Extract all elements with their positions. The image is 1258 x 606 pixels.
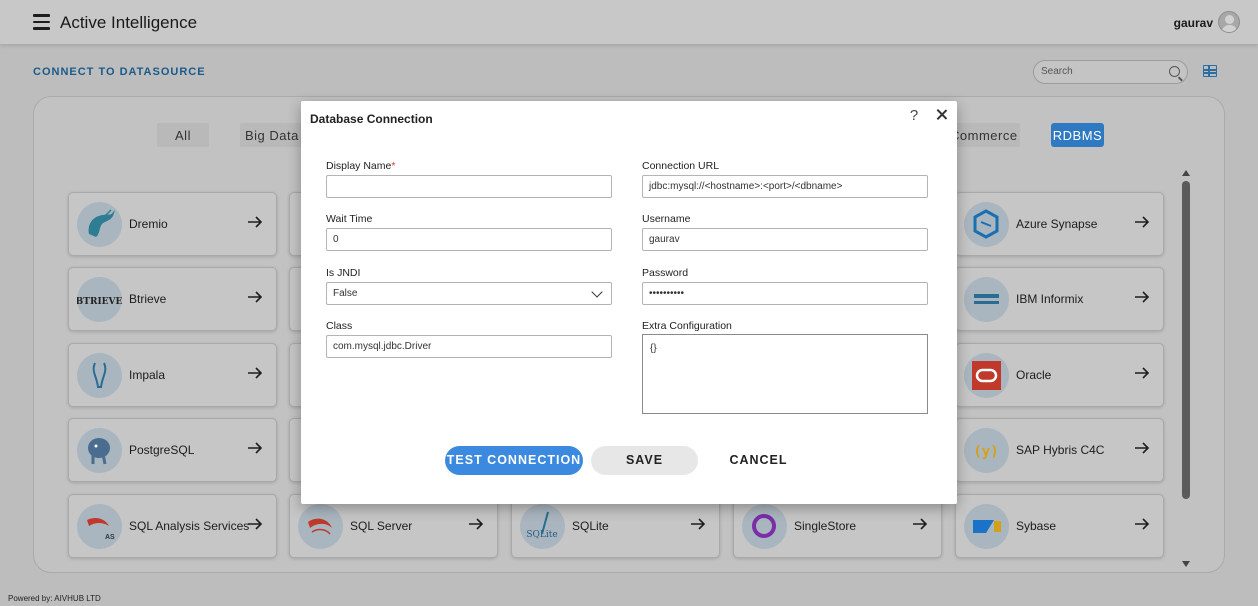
is-jndi-label: Is JNDI (326, 267, 361, 279)
datasource-name: SQL Server (350, 519, 413, 533)
display-name-field[interactable] (326, 175, 612, 198)
dialog-title: Database Connection (310, 112, 433, 126)
impala-logo-icon (77, 353, 122, 398)
username-field[interactable]: gaurav (642, 228, 928, 251)
datasource-card-oracle[interactable]: Oracle (955, 343, 1164, 407)
datasource-name: SQLite (572, 519, 609, 533)
app-title: Active Intelligence (60, 13, 198, 32)
sql-server-icon (298, 504, 343, 549)
user-name[interactable]: gaurav (1174, 16, 1213, 30)
is-jndi-select[interactable]: False (326, 282, 612, 305)
connection-url-field[interactable]: jdbc:mysql://<hostname>:<port>/<dbname> (642, 175, 928, 198)
search-box[interactable] (1033, 60, 1188, 84)
arrow-right-icon[interactable] (246, 213, 264, 231)
dremio-narwhal-icon (77, 202, 122, 247)
scrollbar-thumb[interactable] (1182, 181, 1190, 499)
arrow-right-icon[interactable] (246, 515, 264, 533)
password-field[interactable]: •••••••••• (642, 282, 928, 305)
password-label: Password (642, 267, 689, 279)
datasource-name: SQL Analysis Services (129, 519, 250, 533)
informix-logo-icon (964, 277, 1009, 322)
menu-icon[interactable] (33, 14, 50, 30)
datasource-name: IBM Informix (1016, 292, 1084, 306)
oracle-logo-icon (964, 353, 1009, 398)
filter-chip-big-data[interactable]: Big Data (240, 123, 310, 147)
display-name-label: Display Name* (326, 160, 396, 172)
close-icon[interactable] (934, 107, 950, 123)
wait-time-label: Wait Time (326, 213, 373, 225)
datasource-name: Impala (129, 368, 166, 382)
datasource-name: Oracle (1016, 368, 1052, 382)
svg-text:BTRIEVE: BTRIEVE (77, 297, 122, 307)
datasource-name: Btrieve (129, 292, 167, 306)
datasource-name: SingleStore (794, 519, 857, 533)
save-button[interactable]: SAVE (591, 446, 698, 475)
datasource-name: Azure Synapse (1016, 217, 1098, 231)
sap-hybris-icon: (y) (964, 428, 1009, 473)
datasource-card-sap-hybris-c4c[interactable]: (y) SAP Hybris C4C (955, 418, 1164, 482)
is-jndi-value: False (333, 288, 358, 299)
username-label: Username (642, 213, 691, 225)
database-connection-dialog: Database Connection ? Display Name* Wait… (301, 101, 957, 504)
powered-by: Powered by: AIVHUB LTD (8, 594, 101, 603)
arrow-right-icon[interactable] (246, 288, 264, 306)
arrow-right-icon[interactable] (467, 515, 485, 533)
class-field[interactable]: com.mysql.jdbc.Driver (326, 335, 612, 358)
datasource-card-postgresql[interactable]: PostgreSQL (68, 418, 277, 482)
datasource-card-ibm-informix[interactable]: IBM Informix (955, 267, 1164, 331)
arrow-right-icon[interactable] (1133, 364, 1151, 382)
svg-text:AS: AS (105, 534, 115, 541)
arrow-right-icon[interactable] (1133, 439, 1151, 457)
arrow-right-icon[interactable] (689, 515, 707, 533)
help-icon[interactable]: ? (907, 107, 921, 124)
datasource-name: Sybase (1016, 519, 1057, 533)
scroll-down-arrow-icon[interactable] (1182, 561, 1190, 567)
singlestore-logo-icon (742, 504, 787, 549)
class-label: Class (326, 320, 353, 332)
btrieve-logo-icon: BTRIEVE (77, 277, 122, 322)
azure-synapse-icon (964, 202, 1009, 247)
arrow-right-icon[interactable] (246, 439, 264, 457)
datasource-card-sql-analysis-services[interactable]: AS SQL Analysis Services (68, 494, 277, 558)
grid-view-icon[interactable] (1203, 65, 1217, 77)
sqlite-logo-icon: SQLite (520, 504, 565, 549)
top-bar: Active Intelligence gaurav (0, 0, 1258, 45)
datasource-name: PostgreSQL (129, 443, 195, 457)
svg-text:(y): (y) (973, 444, 998, 460)
datasource-name: SAP Hybris C4C (1016, 443, 1105, 457)
search-input[interactable] (1041, 66, 1161, 77)
datasource-card-impala[interactable]: Impala (68, 343, 277, 407)
avatar[interactable] (1218, 11, 1240, 33)
arrow-right-icon[interactable] (911, 515, 929, 533)
sybase-sap-icon (964, 504, 1009, 549)
datasource-card-sybase[interactable]: Sybase (955, 494, 1164, 558)
sql-analysis-services-icon: AS (77, 504, 122, 549)
filter-chip-rdbms[interactable]: RDBMS (1051, 123, 1104, 147)
postgresql-elephant-icon (77, 428, 122, 473)
page-title: CONNECT TO DATASOURCE (33, 66, 206, 78)
connection-url-label: Connection URL (642, 160, 720, 172)
arrow-right-icon[interactable] (246, 364, 264, 382)
filter-chip-all[interactable]: All (157, 123, 209, 147)
scroll-up-arrow-icon[interactable] (1182, 170, 1190, 176)
datasource-card-dremio[interactable]: Dremio (68, 192, 277, 256)
chevron-down-icon[interactable] (591, 286, 603, 298)
arrow-right-icon[interactable] (1133, 213, 1151, 231)
extra-configuration-label: Extra Configuration (642, 320, 732, 332)
datasource-card-btrieve[interactable]: BTRIEVE Btrieve (68, 267, 277, 331)
extra-configuration-textarea[interactable]: {} (642, 334, 928, 414)
arrow-right-icon[interactable] (1133, 288, 1151, 306)
arrow-right-icon[interactable] (1133, 515, 1151, 533)
wait-time-field[interactable]: 0 (326, 228, 612, 251)
search-icon[interactable] (1169, 66, 1180, 77)
datasource-name: Dremio (129, 217, 168, 231)
datasource-card-azure-synapse[interactable]: Azure Synapse (955, 192, 1164, 256)
cancel-button[interactable]: CANCEL (706, 446, 811, 475)
test-connection-button[interactable]: TEST CONNECTION (445, 446, 583, 475)
svg-text:SQLite: SQLite (526, 530, 557, 540)
